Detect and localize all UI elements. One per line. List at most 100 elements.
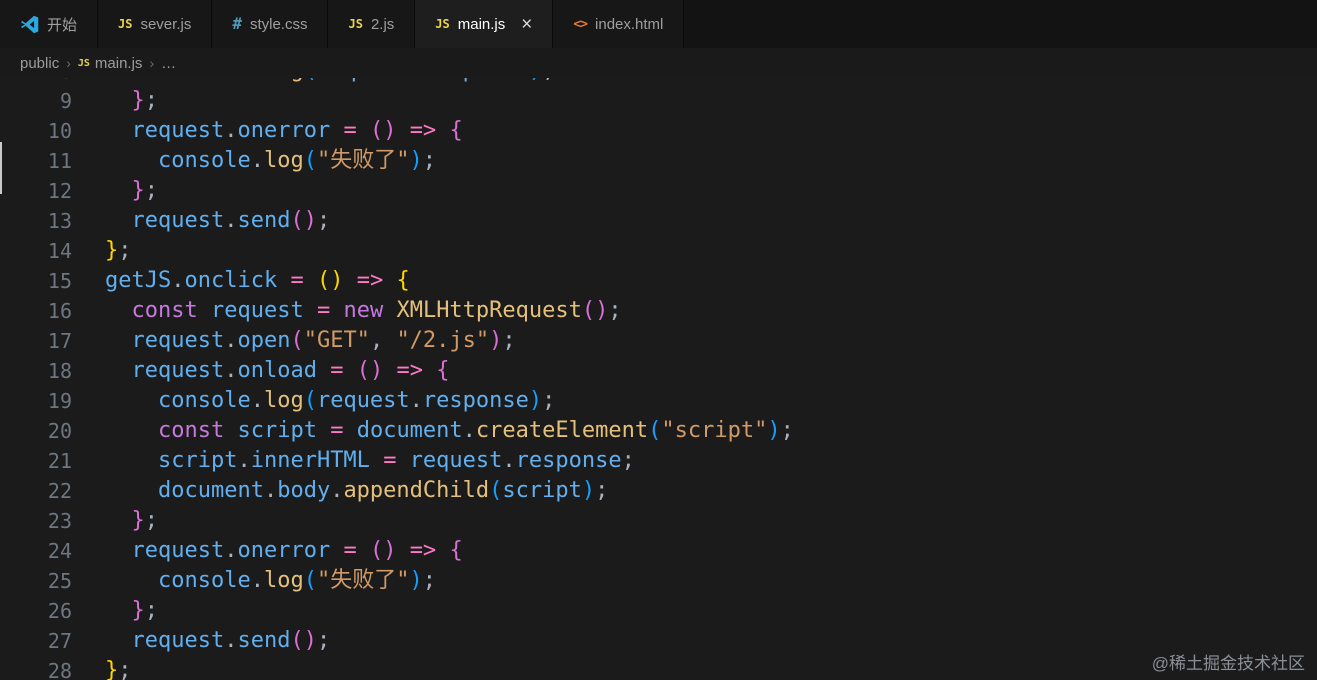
code-token: )	[303, 208, 317, 233]
code-text: request.open("GET", "/2.js");	[105, 326, 516, 356]
code-token: script	[502, 478, 582, 503]
code-token: )	[303, 628, 317, 653]
line-number[interactable]: 26	[0, 596, 72, 626]
code-line[interactable]: 24 request.onerror = () => {	[0, 536, 1317, 566]
code-token: ;	[316, 628, 331, 653]
code-text: };	[105, 596, 159, 626]
code-token: .	[171, 268, 185, 293]
line-number[interactable]: 28	[0, 656, 72, 680]
line-number[interactable]: 23	[0, 506, 72, 536]
breadcrumb-item-…[interactable]: …	[161, 55, 176, 72]
code-line[interactable]: 16 const request = new XMLHttpRequest();	[0, 296, 1317, 326]
line-number[interactable]: 13	[0, 206, 72, 236]
line-number[interactable]: 20	[0, 416, 72, 446]
code-token: XMLHttpRequest	[396, 298, 582, 323]
code-line[interactable]: 13 request.send();	[0, 206, 1317, 236]
code-line[interactable]: 8 console.log(request.response);	[0, 78, 1317, 86]
code-token: (	[303, 388, 317, 413]
code-token: (	[303, 568, 317, 593]
code-token: console	[158, 78, 251, 83]
code-token: request	[131, 628, 225, 653]
code-line[interactable]: 18 request.onload = () => {	[0, 356, 1317, 386]
code-line[interactable]: 10 request.onerror = () => {	[0, 116, 1317, 146]
tab-sever.js[interactable]: JS sever.js	[98, 0, 213, 48]
code-line[interactable]: 17 request.open("GET", "/2.js");	[0, 326, 1317, 356]
code-line[interactable]: 27 request.send();	[0, 626, 1317, 656]
code-token: =>	[356, 268, 384, 293]
code-token: .	[224, 538, 238, 563]
line-number[interactable]: 8	[0, 78, 72, 86]
code-text: console.log(request.response);	[105, 386, 555, 416]
js-icon: JS	[77, 57, 90, 69]
code-token: console	[157, 388, 251, 413]
line-number[interactable]: 14	[0, 236, 72, 266]
code-token: (	[489, 478, 503, 503]
line-number[interactable]: 17	[0, 326, 72, 356]
line-number[interactable]: 25	[0, 566, 72, 596]
line-number[interactable]: 16	[0, 296, 72, 326]
code-token: onerror	[237, 538, 331, 563]
code-line[interactable]: 9 };	[0, 86, 1317, 116]
code-line[interactable]: 25 console.log("失败了");	[0, 566, 1317, 596]
line-number[interactable]: 21	[0, 446, 72, 476]
code-line[interactable]: 21 script.innerHTML = request.response;	[0, 446, 1317, 476]
tab-开始[interactable]: 开始	[0, 0, 99, 48]
tab-style.css[interactable]: # style.css	[212, 0, 329, 48]
code-token: response	[423, 78, 529, 83]
code-line[interactable]: 23 };	[0, 506, 1317, 536]
code-token: onerror	[237, 118, 331, 143]
code-line[interactable]: 12 };	[0, 176, 1317, 206]
tab-label: main.js	[457, 15, 506, 33]
code-line[interactable]: 15 getJS.onclick = () => {	[0, 266, 1317, 296]
line-number[interactable]: 24	[0, 536, 72, 566]
line-number[interactable]: 19	[0, 386, 72, 416]
code-token: =	[343, 538, 357, 563]
line-number[interactable]: 27	[0, 626, 72, 656]
breadcrumb-item-public[interactable]: public	[20, 55, 59, 72]
code-token: }	[131, 178, 145, 203]
code-line[interactable]: 19 console.log(request.response);	[0, 386, 1317, 416]
code-line[interactable]: 14};	[0, 236, 1317, 266]
code-token: .	[224, 358, 238, 383]
code-token: .	[409, 388, 423, 413]
code-line[interactable]: 22 document.body.appendChild(script);	[0, 476, 1317, 506]
line-number[interactable]: 22	[0, 476, 72, 506]
code-token: )	[528, 388, 543, 413]
line-number[interactable]: 18	[0, 356, 72, 386]
code-token: ;	[780, 418, 794, 443]
code-token: .	[462, 418, 476, 443]
code-token: .	[410, 78, 423, 83]
tab-main.js[interactable]: JS main.js ×	[415, 0, 554, 48]
tab-label: index.html	[595, 15, 664, 33]
breadcrumb-item-main.js[interactable]: JS main.js	[78, 55, 143, 72]
tab-2.js[interactable]: JS 2.js	[328, 0, 416, 48]
line-number[interactable]: 12	[0, 176, 72, 206]
code-line[interactable]: 20 const script = document.createElement…	[0, 416, 1317, 446]
line-number[interactable]: 9	[0, 86, 72, 116]
tab-index.html[interactable]: <> index.html	[553, 0, 685, 48]
code-token: .	[250, 568, 264, 593]
close-tab-icon[interactable]: ×	[521, 15, 532, 34]
code-token: =>	[409, 538, 437, 563]
code-text: script.innerHTML = request.response;	[105, 446, 635, 476]
code-line[interactable]: 28};	[0, 656, 1317, 680]
code-line[interactable]: 11 console.log("失败了");	[0, 146, 1317, 176]
line-number[interactable]: 11	[0, 146, 72, 176]
code-token: "失败了"	[316, 148, 410, 173]
code-line[interactable]: 26 };	[0, 596, 1317, 626]
line-number[interactable]: 10	[0, 116, 72, 146]
line-number[interactable]: 15	[0, 266, 72, 296]
code-token: request	[131, 328, 225, 353]
